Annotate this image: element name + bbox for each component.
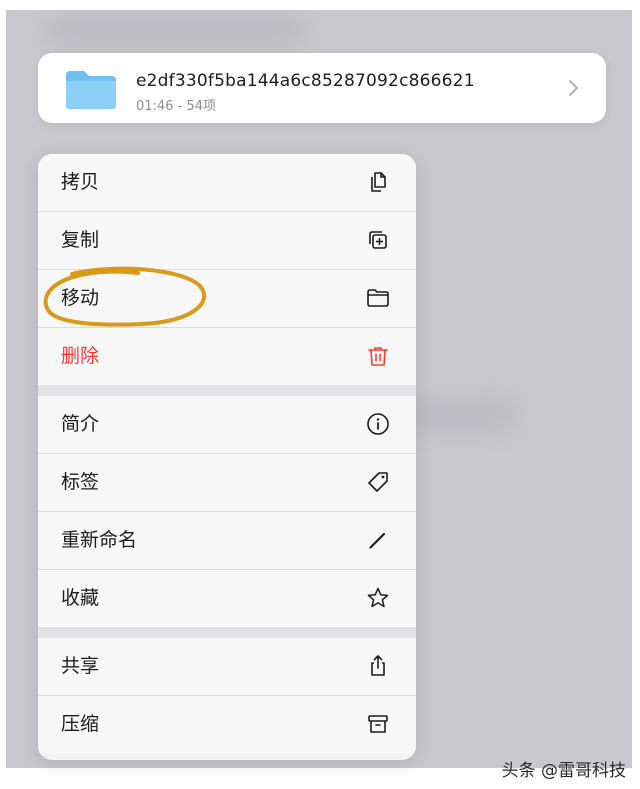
info-icon: [367, 413, 389, 435]
star-icon: [367, 587, 389, 608]
highlight-circle-annotation: [43, 266, 207, 327]
folder-icon: [367, 289, 389, 307]
menu-item-compress[interactable]: 压缩: [38, 696, 416, 753]
folder-icon: [66, 71, 116, 109]
file-name: e2df330f5ba144a6c85287092c866621: [136, 71, 475, 91]
menu-item-label: 收藏: [61, 587, 100, 609]
menu-item-tags[interactable]: 标签: [38, 454, 416, 511]
chevron-right-icon[interactable]: [568, 79, 580, 97]
menu-item-label: 简介: [61, 413, 100, 435]
blurred-shape: [406, 395, 516, 435]
trash-icon: [368, 347, 388, 366]
menu-item-label: 删除: [61, 345, 100, 367]
group-separator: [38, 627, 416, 638]
menu-item-label: 压缩: [61, 713, 100, 735]
archive-box-icon: [368, 715, 388, 733]
menu-item-label: 标签: [61, 471, 100, 493]
tag-icon: [368, 472, 388, 492]
menu-item-share[interactable]: 共享: [38, 638, 416, 695]
menu-item-delete[interactable]: 删除: [38, 328, 416, 385]
menu-item-favorite[interactable]: 收藏: [38, 570, 416, 627]
share-icon: [371, 655, 385, 676]
file-preview-card[interactable]: e2df330f5ba144a6c85287092c866621 01:46 -…: [38, 53, 606, 123]
menu-item-label: 复制: [61, 229, 100, 251]
file-meta: 01:46 - 54项: [136, 99, 216, 114]
menu-item-duplicate[interactable]: 复制: [38, 212, 416, 269]
menu-item-label: 拷贝: [61, 171, 100, 193]
duplicate-plus-icon: [369, 231, 387, 249]
menu-item-copy[interactable]: 拷贝: [38, 154, 416, 211]
context-menu: 拷贝 复制 移动 删除 简介 标签 重新命名 收藏 共享 压缩: [38, 154, 416, 760]
menu-item-label: 重新命名: [61, 529, 138, 551]
pencil-icon: [369, 532, 386, 549]
menu-item-label: 共享: [61, 655, 100, 677]
group-separator: [38, 385, 416, 396]
blurred-shape: [46, 10, 306, 50]
menu-item-info[interactable]: 简介: [38, 396, 416, 453]
copy-documents-icon: [371, 172, 386, 192]
watermark: 头条 @雷哥科技: [501, 761, 626, 781]
menu-item-rename[interactable]: 重新命名: [38, 512, 416, 569]
